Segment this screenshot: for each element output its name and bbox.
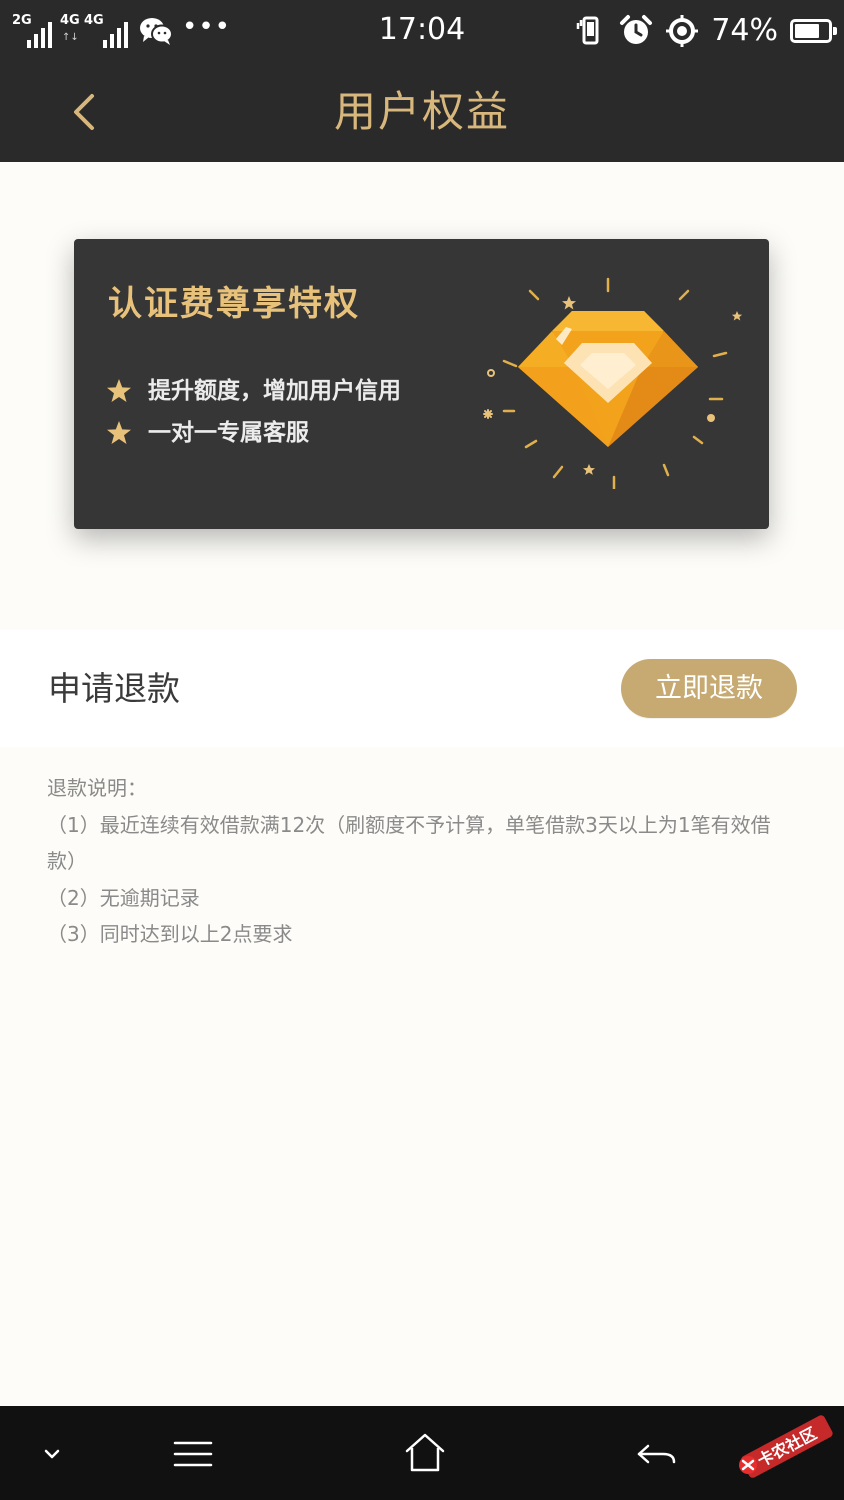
nav-header: 用户权益 [0, 62, 844, 162]
nav-menu-button[interactable] [166, 1426, 222, 1482]
benefit-text: 提升额度，增加用户信用 [148, 378, 401, 404]
star-icon [107, 379, 131, 402]
refund-now-button[interactable]: 立即退款 [621, 659, 797, 718]
nav-home-button[interactable] [397, 1426, 453, 1482]
status-bar-right: 74% [573, 12, 837, 50]
refund-note-item: （3）同时达到以上2点要求 [47, 922, 293, 946]
privilege-card: 认证费尊享特权 提升额度，增加用户信用 一对一专属客服 [74, 239, 769, 529]
page-title: 用户权益 [333, 87, 510, 136]
location-icon [666, 15, 699, 47]
refund-row: 申请退款 立即退款 [0, 630, 844, 747]
nav-back-button[interactable] [628, 1426, 684, 1482]
home-icon [405, 1433, 445, 1472]
alarm-icon [620, 15, 653, 44]
nav-collapse-button[interactable] [24, 1426, 80, 1482]
chevron-down-icon [44, 1449, 60, 1459]
benefit-text: 一对一专属客服 [148, 420, 309, 446]
refund-notes: 退款说明： （1）最近连续有效借款满12次（刷额度不予计算，单笔借款3天以上为1… [47, 770, 797, 953]
star-icon [107, 421, 131, 444]
refund-notes-heading: 退款说明： [47, 776, 147, 800]
battery-icon [790, 19, 837, 43]
card-area: 认证费尊享特权 提升额度，增加用户信用 一对一专属客服 [0, 162, 844, 630]
diamond-icon [483, 277, 743, 489]
benefit-item: 提升额度，增加用户信用 [106, 374, 401, 408]
refund-note-item: （1）最近连续有效借款满12次（刷额度不予计算，单笔借款3天以上为1笔有效借款） [47, 812, 771, 874]
refund-label: 申请退款 [48, 669, 180, 708]
watermark-logo: 卡农社区 [739, 1415, 833, 1478]
privilege-card-title: 认证费尊享特权 [108, 284, 360, 324]
refund-note-item: （2）无逾期记录 [47, 885, 200, 910]
benefit-item: 一对一专属客服 [106, 416, 309, 450]
status-bar: 2G 4G 4G ↑↓ ••• 17:04 74% [0, 0, 844, 62]
back-arrow-icon [637, 1444, 676, 1464]
battery-percent: 74% [711, 13, 778, 48]
vibrate-icon [577, 16, 599, 45]
system-nav-bar [0, 1406, 844, 1500]
menu-icon [173, 1441, 213, 1467]
